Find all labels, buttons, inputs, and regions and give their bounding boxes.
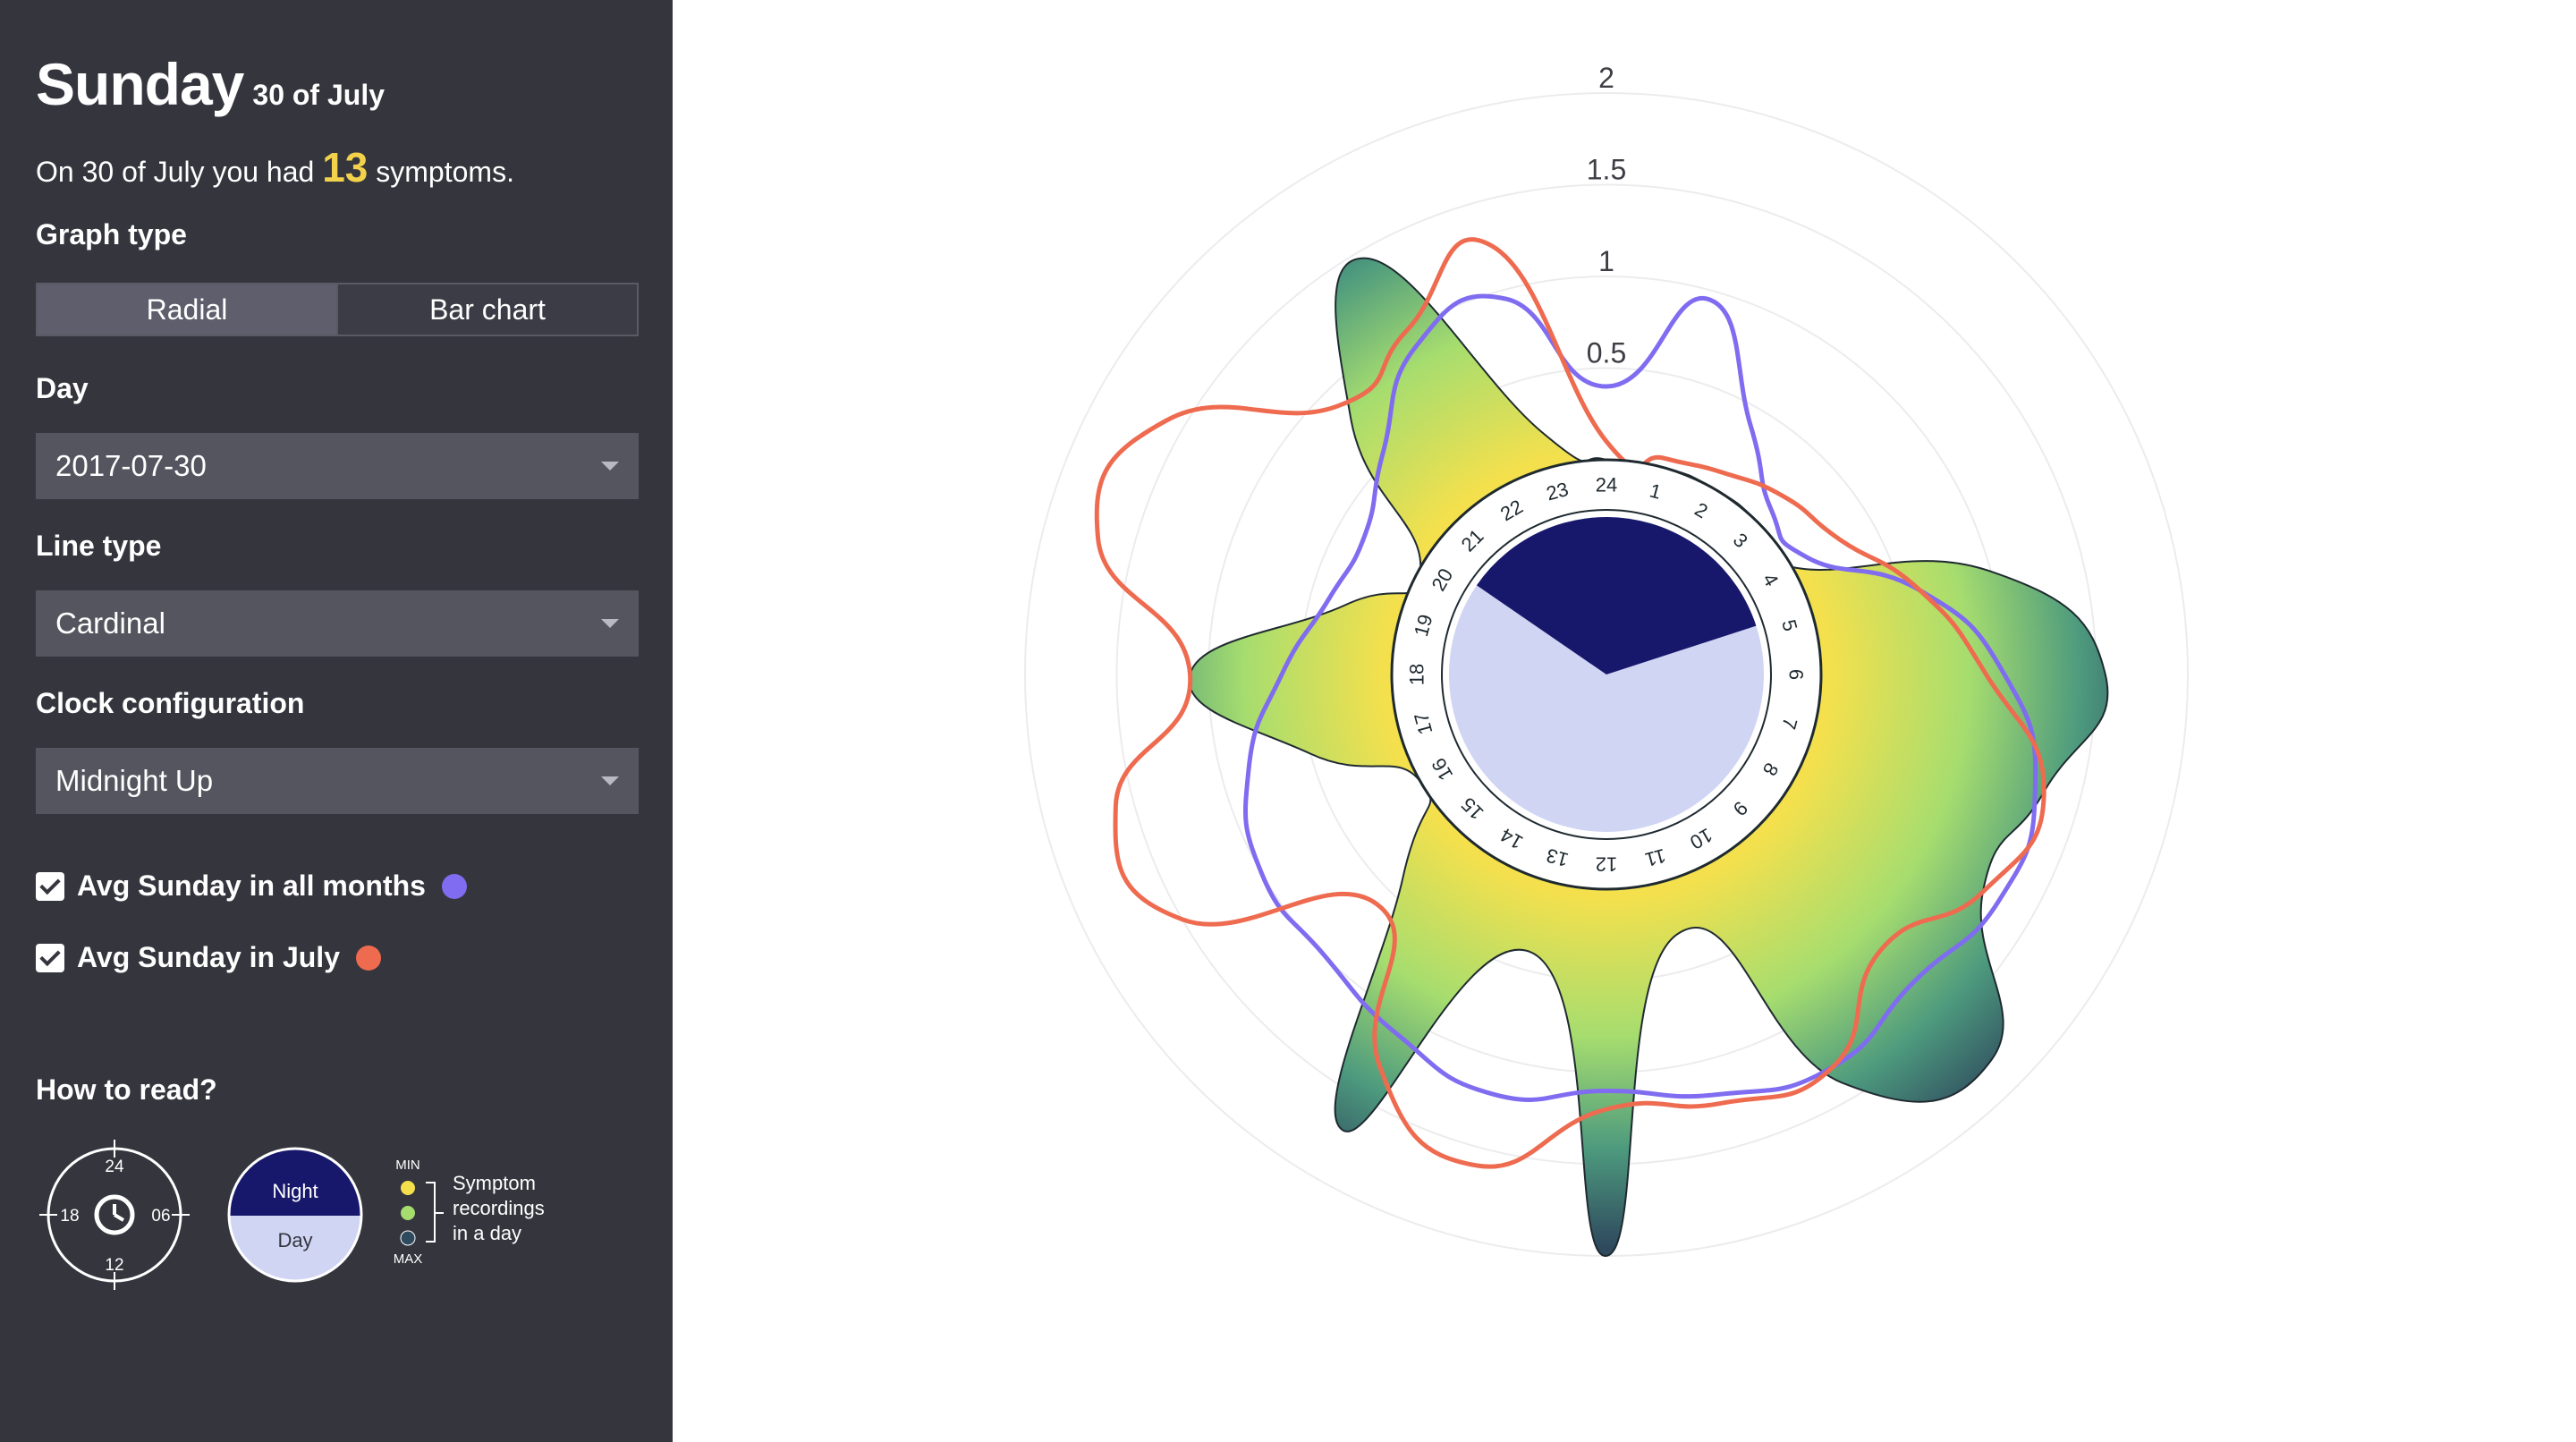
summary-suffix: symptoms.	[376, 156, 514, 188]
scale-desc-3: in a day	[453, 1222, 521, 1244]
checkbox-icon[interactable]	[36, 871, 64, 901]
summary-prefix: On 30 of July you had	[36, 156, 315, 188]
radial-toggle-button[interactable]: Radial	[38, 284, 336, 335]
avg-all-months-label: Avg Sunday in all months	[77, 869, 426, 902]
symptom-summary: On 30 of July you had 13 symptoms.	[36, 143, 514, 191]
radial-tick-label: 1	[1598, 245, 1614, 277]
how-to-read-title: How to read?	[36, 1073, 217, 1106]
clock-config-select[interactable]: Midnight Up	[36, 748, 639, 814]
bar-chart-toggle-button[interactable]: Bar chart	[336, 284, 637, 335]
radial-tick-labels: 0.5 1 1.5 2	[1587, 62, 1626, 369]
radial-tick-label: 1.5	[1587, 154, 1626, 186]
graph-type-toggle: Radial Bar chart	[36, 283, 639, 336]
scale-max-label: MAX	[394, 1251, 423, 1267]
hour-label: 18	[1406, 664, 1428, 685]
graph-type-label: Graph type	[36, 218, 187, 250]
clock-icon: 24 06 12 18	[39, 1140, 190, 1290]
clock-tick-12: 12	[105, 1256, 123, 1275]
clock-tick-06: 06	[151, 1207, 170, 1226]
clock-config-value: Midnight Up	[55, 764, 214, 797]
day-label-legend: Day	[277, 1229, 312, 1251]
radial-tick-label: 0.5	[1587, 337, 1626, 369]
day-label: Day	[36, 372, 89, 404]
chevron-down-icon	[601, 619, 619, 628]
clock-tick-24: 24	[105, 1158, 124, 1176]
line-type-label: Line type	[36, 530, 162, 562]
clock-tick-18: 18	[60, 1207, 79, 1226]
day-select[interactable]: 2017-07-30	[36, 433, 639, 499]
chevron-down-icon	[601, 462, 619, 471]
radial-chart: 24 1234567891011121314151617181920212223 …	[1024, 62, 2189, 1258]
scale-min-label: MIN	[395, 1158, 420, 1173]
line-type-value: Cardinal	[55, 606, 165, 640]
checkbox-icon[interactable]	[36, 943, 64, 972]
avg-all-months-toggle[interactable]: Avg Sunday in all months	[36, 869, 467, 903]
scale-desc-1: Symptom	[453, 1172, 536, 1194]
sidebar: Sunday 30 of July On 30 of July you had 1…	[0, 0, 673, 1442]
night-label: Night	[272, 1180, 318, 1202]
legend-dot-month	[355, 945, 381, 971]
line-type-select[interactable]: Cardinal	[36, 590, 639, 657]
day-title: Sunday 30 of July	[36, 50, 385, 118]
night-day-icon: Night Day	[227, 1147, 363, 1283]
symptom-scale-legend: MIN MAX Symptom recordings in a day	[394, 1158, 545, 1267]
scale-desc-2: recordings	[453, 1197, 545, 1219]
clock-config-label: Clock configuration	[36, 687, 305, 719]
legend-dot-all-months	[441, 873, 467, 899]
hour-label: 12	[1596, 853, 1617, 876]
day-select-value: 2017-07-30	[55, 449, 207, 482]
how-to-read-legend: 24 06 12 18 Night Day MIN MAX Symptom re…	[39, 1140, 545, 1290]
avg-month-label: Avg Sunday in July	[77, 941, 340, 973]
clock-face: 24 1234567891011121314151617181920212223	[1390, 458, 1823, 891]
day-name: Sunday	[36, 51, 244, 117]
avg-month-toggle[interactable]: Avg Sunday in July	[36, 941, 381, 974]
chevron-down-icon	[601, 776, 619, 785]
day-date: 30 of July	[252, 79, 385, 111]
hour-label: 24	[1596, 474, 1617, 496]
symptom-count: 13	[322, 144, 369, 191]
radial-tick-label: 2	[1598, 62, 1614, 94]
hour-label: 6	[1785, 669, 1808, 680]
